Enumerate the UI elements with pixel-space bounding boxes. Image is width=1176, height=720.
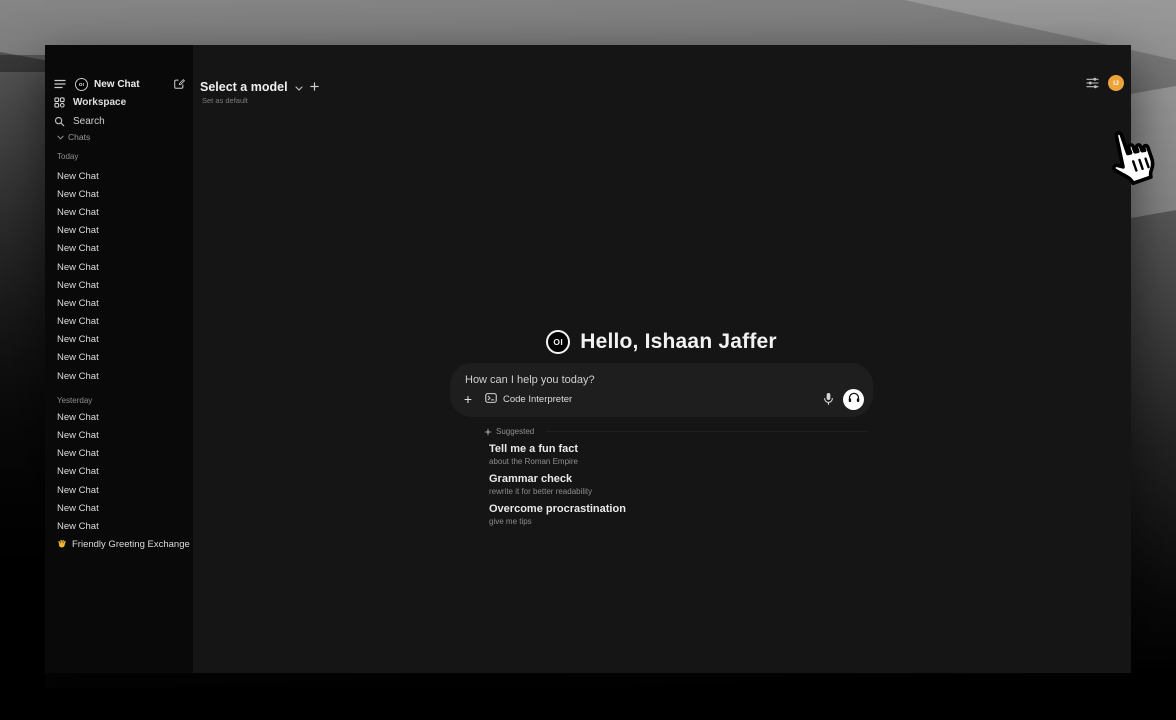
chat-item[interactable]: New Chat bbox=[45, 408, 193, 426]
group-label-yesterday: Yesterday bbox=[45, 392, 193, 408]
chat-item[interactable]: New Chat bbox=[45, 240, 193, 258]
chat-item[interactable]: New Chat bbox=[45, 222, 193, 240]
wallpaper-facet bbox=[1131, 86, 1176, 218]
suggestion-item[interactable]: Grammar check rewrite it for better read… bbox=[489, 473, 873, 496]
sidebar-title: New Chat bbox=[94, 79, 173, 90]
code-interpreter-toggle[interactable]: Code Interpreter bbox=[485, 390, 572, 408]
search-label: Search bbox=[73, 116, 105, 127]
chat-item[interactable]: New Chat bbox=[45, 331, 193, 349]
chat-item[interactable]: New Chat bbox=[45, 445, 193, 463]
sidebar-item-search[interactable]: Search bbox=[54, 113, 105, 129]
code-interpreter-label: Code Interpreter bbox=[503, 394, 572, 405]
screen: OI New Chat Workspace Search bbox=[0, 0, 1176, 720]
sidebar-toggle-icon[interactable] bbox=[54, 79, 66, 89]
sidebar-header: OI New Chat bbox=[54, 76, 185, 92]
greeting: OI Hello, Ishaan Jaffer bbox=[450, 328, 873, 356]
workspace-icon bbox=[54, 97, 65, 108]
voice-call-button[interactable] bbox=[843, 389, 864, 410]
workspace-label: Workspace bbox=[73, 97, 126, 108]
new-chat-icon[interactable] bbox=[173, 78, 185, 90]
suggestion-item[interactable]: Overcome procrastination give me tips bbox=[489, 503, 873, 526]
suggestion-subtitle: about the Roman Empire bbox=[489, 457, 873, 466]
main-area: Select a model Set as default IJ OI Hel bbox=[193, 45, 1131, 673]
chat-item[interactable]: New Chat bbox=[45, 203, 193, 221]
user-avatar[interactable]: IJ bbox=[1108, 75, 1124, 91]
chat-center-column: OI Hello, Ishaan Jaffer How can I help y… bbox=[450, 328, 873, 526]
suggested-label: Suggested bbox=[496, 427, 534, 436]
chat-item[interactable]: New Chat bbox=[45, 185, 193, 203]
wave-emoji-icon bbox=[57, 538, 67, 551]
chat-item[interactable]: New Chat bbox=[45, 463, 193, 481]
chat-history: New ChatNew ChatNew ChatNew ChatNew Chat… bbox=[45, 167, 193, 554]
chevron-down-icon bbox=[295, 78, 303, 96]
greeting-text: Hello, Ishaan Jaffer bbox=[580, 330, 777, 354]
chat-item[interactable]: New Chat bbox=[45, 499, 193, 517]
suggestion-title: Tell me a fun fact bbox=[489, 443, 873, 455]
chat-item-friendly-greeting[interactable]: Friendly Greeting Exchange bbox=[45, 536, 193, 554]
header-actions: IJ bbox=[1086, 75, 1124, 91]
suggestion-subtitle: give me tips bbox=[489, 517, 873, 526]
chats-section-label: Chats bbox=[68, 132, 90, 142]
chat-item[interactable]: New Chat bbox=[45, 517, 193, 535]
chevron-down-icon bbox=[57, 132, 64, 142]
sparkle-icon bbox=[484, 423, 492, 441]
screen-bottom-bar bbox=[0, 688, 1176, 720]
chat-item[interactable]: New Chat bbox=[45, 276, 193, 294]
suggestion-list: Tell me a fun fact about the Roman Empir… bbox=[450, 443, 873, 526]
chats-section-toggle[interactable]: Chats bbox=[57, 132, 90, 142]
suggestion-item[interactable]: Tell me a fun fact about the Roman Empir… bbox=[489, 443, 873, 466]
sidebar-item-workspace[interactable]: Workspace bbox=[54, 94, 126, 110]
suggested-divider bbox=[546, 431, 867, 432]
app-logo: OI bbox=[75, 78, 88, 91]
model-selector[interactable]: Select a model bbox=[200, 78, 319, 96]
wallpaper-shade bbox=[0, 55, 45, 695]
controls-sliders-icon[interactable] bbox=[1086, 77, 1099, 89]
chat-list-yesterday: New ChatNew ChatNew ChatNew ChatNew Chat… bbox=[45, 408, 193, 535]
mic-icon[interactable] bbox=[823, 392, 834, 406]
suggestion-title: Overcome procrastination bbox=[489, 503, 873, 515]
message-input[interactable]: How can I help you today? + Code Interpr… bbox=[450, 363, 873, 417]
code-interpreter-icon bbox=[485, 390, 497, 408]
chat-list-today: New ChatNew ChatNew ChatNew ChatNew Chat… bbox=[45, 167, 193, 385]
chat-item[interactable]: New Chat bbox=[45, 349, 193, 367]
chat-item[interactable]: New Chat bbox=[45, 367, 193, 385]
sidebar: OI New Chat Workspace Search bbox=[45, 45, 193, 673]
headphones-icon bbox=[848, 390, 860, 408]
chat-item[interactable]: New Chat bbox=[45, 313, 193, 331]
suggested-header: Suggested bbox=[450, 426, 873, 437]
chat-item[interactable]: New Chat bbox=[45, 426, 193, 444]
set-default-button[interactable]: Set as default bbox=[202, 96, 248, 105]
chat-item[interactable]: New Chat bbox=[45, 167, 193, 185]
attach-plus-icon[interactable]: + bbox=[461, 392, 475, 406]
chat-item[interactable]: New Chat bbox=[45, 258, 193, 276]
search-icon bbox=[54, 116, 65, 127]
group-label-today: Today bbox=[57, 152, 78, 161]
chat-item[interactable]: New Chat bbox=[45, 481, 193, 499]
message-input-placeholder: How can I help you today? bbox=[465, 374, 595, 386]
app-window: OI New Chat Workspace Search bbox=[45, 45, 1131, 673]
composer-toolbar: + Code Interpreter bbox=[461, 388, 864, 410]
chat-item[interactable]: New Chat bbox=[45, 294, 193, 312]
add-model-icon[interactable] bbox=[310, 78, 319, 96]
model-selector-label: Select a model bbox=[200, 80, 288, 94]
app-logo-large: OI bbox=[546, 330, 570, 354]
suggestion-subtitle: rewrite it for better readability bbox=[489, 487, 873, 496]
chat-item-label: Friendly Greeting Exchange bbox=[72, 539, 190, 550]
suggestion-title: Grammar check bbox=[489, 473, 873, 485]
